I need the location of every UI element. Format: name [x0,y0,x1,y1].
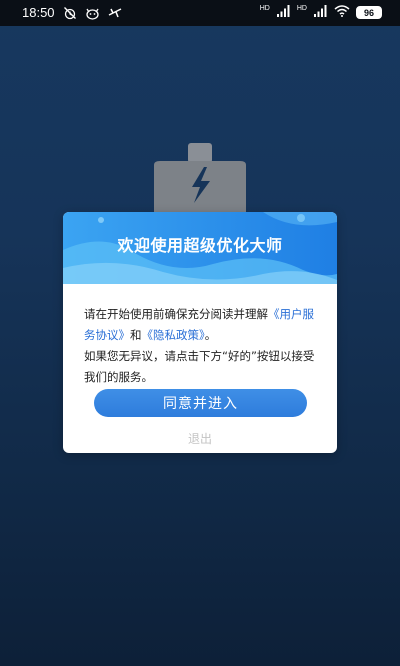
dialog-header: 欢迎使用超级优化大师 [63,212,337,284]
signal-icon [276,5,291,20]
battery-icon: 96 [356,6,382,19]
privacy-policy-link[interactable]: 《隐私政策》 [142,328,205,342]
signal-2-label: HD [296,5,307,12]
wifi-icon [334,5,350,20]
agree-and-enter-button[interactable]: 同意并进入 [94,389,307,417]
body-suffix-text: 如果您无异议，请点击下方“好的”按钮以接受我们的服务。 [84,349,315,384]
and-text: 和 [130,328,142,342]
status-left: 18:50 [22,5,122,20]
signal-icon [314,5,328,20]
body-prefix-text: 请在开始使用前确保充分阅读并理解 [84,307,268,321]
exit-button[interactable]: 退出 [63,430,337,447]
airplane-icon [108,6,122,20]
alarm-off-icon [63,6,77,20]
cat-face-icon [85,6,100,20]
status-time: 18:50 [22,5,55,20]
dialog-title: 欢迎使用超级优化大师 [117,236,283,255]
status-bar: 18:50 HD HD 96 [0,0,400,26]
dialog-body: 请在开始使用前确保充分阅读并理解《用户服务协议》和《隐私政策》。 如果您无异议，… [84,304,324,388]
status-right: HD HD 96 [260,5,382,20]
welcome-dialog: 欢迎使用超级优化大师 请在开始使用前确保充分阅读并理解《用户服务协议》和《隐私政… [63,212,337,453]
signal-1-label: HD [259,5,270,12]
period-text: 。 [204,328,217,342]
